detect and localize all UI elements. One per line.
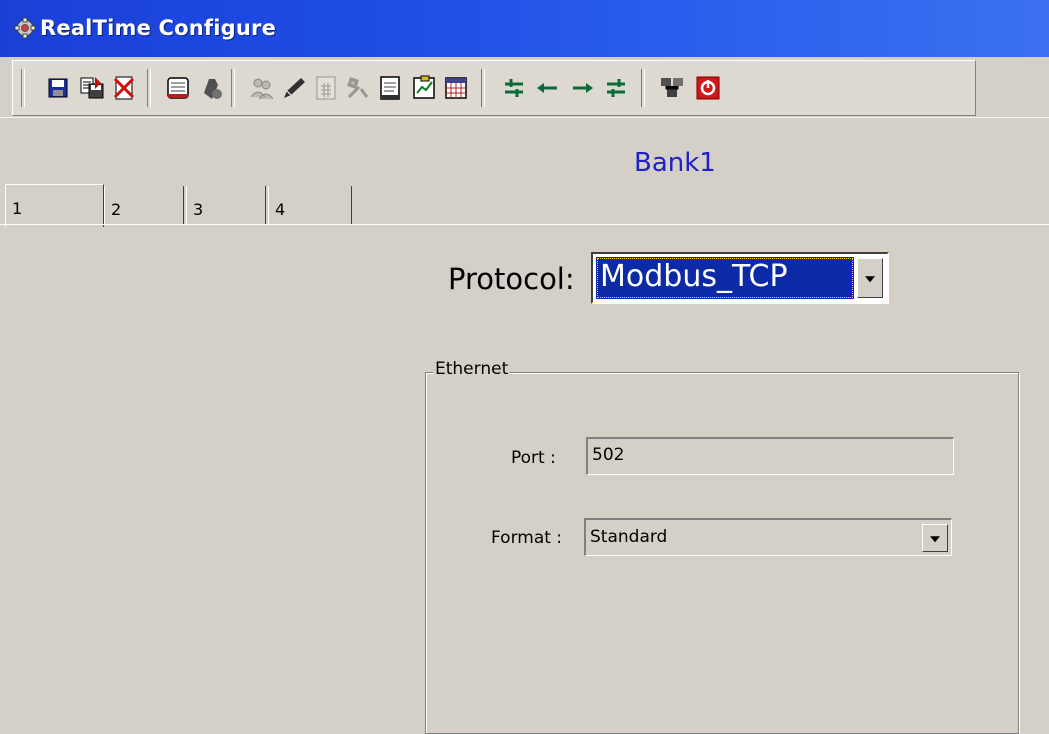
toolbar-separator [641, 69, 645, 107]
delete-button[interactable] [109, 73, 139, 103]
report-button[interactable] [409, 73, 439, 103]
toolbar-separator [231, 69, 235, 107]
ethernet-legend: Ethernet [433, 359, 511, 379]
bank-title: Bank1 [634, 148, 716, 178]
format-dropdown[interactable]: Standard [584, 518, 952, 556]
tab-label: 2 [111, 200, 122, 219]
notepad-icon [167, 77, 189, 99]
power-button[interactable] [693, 73, 723, 103]
network-icon [661, 78, 683, 97]
tab-strip-divider [0, 224, 1049, 225]
users-icon [250, 78, 274, 100]
protocol-dropdown[interactable]: Modbus_TCP [591, 252, 889, 304]
last-button[interactable] [601, 73, 631, 103]
pencil-icon [284, 78, 305, 98]
tab-label: 1 [12, 199, 23, 218]
tools-button[interactable] [197, 73, 227, 103]
tab-4[interactable]: 4 [268, 186, 352, 224]
save-icon [48, 78, 68, 98]
tab-1[interactable]: 1 [5, 184, 104, 227]
prev-button[interactable] [533, 73, 563, 103]
calculator-button [311, 73, 341, 103]
report-icon [413, 75, 435, 99]
window-title: RealTime Configure [40, 16, 277, 40]
wrench-button [343, 73, 373, 103]
format-dropdown-button[interactable] [922, 524, 948, 552]
save-as-button[interactable] [77, 73, 107, 103]
next-button[interactable] [567, 73, 597, 103]
toolbar-separator [147, 69, 151, 107]
tab-label: 4 [275, 200, 286, 219]
tab-2[interactable]: 2 [104, 186, 184, 224]
content-pane: Bank1 1 2 3 4 Protocol: Modbus_TCP Ether… [0, 118, 1049, 734]
format-value: Standard [590, 527, 668, 547]
protocol-value: Modbus_TCP [596, 257, 854, 299]
next-icon [573, 83, 593, 93]
tools-icon [204, 79, 222, 99]
power-icon [696, 76, 720, 100]
grid-icon [445, 77, 467, 99]
port-label: Port : [511, 448, 556, 468]
format-label: Format : [491, 528, 563, 548]
toolbar-separator [21, 69, 25, 107]
toolbar [12, 60, 976, 116]
protocol-dropdown-button[interactable] [857, 258, 883, 298]
notepad-button[interactable] [163, 73, 193, 103]
wrench-icon [347, 77, 369, 99]
toolbar-separator [481, 69, 485, 107]
toolbar-area [0, 57, 1049, 118]
tab-3[interactable]: 3 [186, 186, 266, 224]
chevron-down-icon [865, 276, 875, 283]
title-bar: RealTime Configure [0, 0, 1049, 57]
prev-icon [537, 83, 557, 93]
calculator-icon [316, 76, 336, 100]
first-icon [505, 79, 523, 97]
save-button[interactable] [43, 73, 73, 103]
chevron-down-icon [930, 536, 940, 543]
first-button[interactable] [499, 73, 529, 103]
document-icon [380, 76, 400, 100]
network-button[interactable] [657, 73, 687, 103]
grid-button[interactable] [441, 73, 471, 103]
pencil-button[interactable] [279, 73, 309, 103]
document-button[interactable] [375, 73, 405, 103]
protocol-label: Protocol: [448, 262, 575, 296]
users-button [247, 73, 277, 103]
last-icon [607, 79, 625, 97]
save-as-icon [80, 77, 104, 99]
gear-icon [14, 17, 36, 39]
tab-label: 3 [193, 200, 204, 219]
port-field[interactable]: 502 [586, 437, 954, 475]
delete-icon [113, 76, 135, 100]
